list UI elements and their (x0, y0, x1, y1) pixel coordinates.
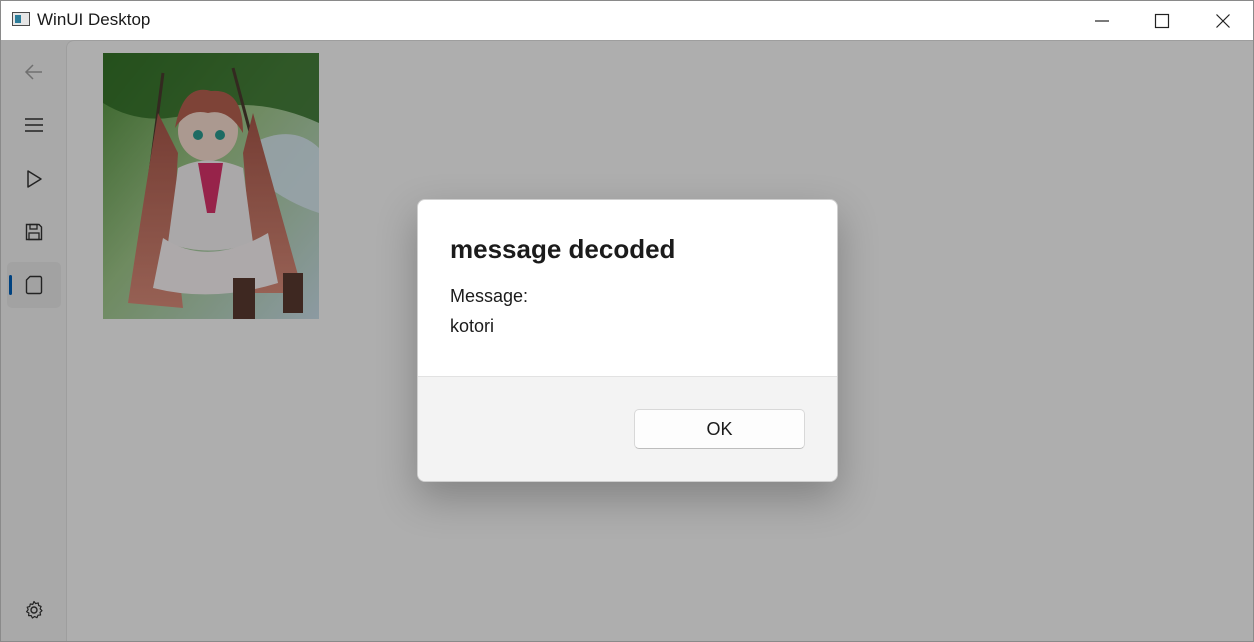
maximize-button[interactable] (1132, 1, 1192, 40)
title-bar: WinUI Desktop (1, 1, 1253, 40)
dialog-title: message decoded (450, 234, 676, 264)
minimize-button[interactable] (1072, 1, 1132, 40)
app-icon (12, 12, 30, 26)
close-icon (1216, 14, 1230, 28)
message-dialog: message decoded Message: kotori OK (417, 199, 838, 482)
dialog-button-bar: OK (418, 376, 837, 481)
ok-button[interactable]: OK (634, 409, 805, 449)
minimize-icon (1095, 20, 1109, 22)
message-label: Message: (450, 286, 529, 306)
maximize-icon (1154, 13, 1170, 29)
close-button[interactable] (1193, 1, 1253, 40)
message-value: kotori (450, 316, 495, 336)
window-title: WinUI Desktop (37, 10, 151, 29)
